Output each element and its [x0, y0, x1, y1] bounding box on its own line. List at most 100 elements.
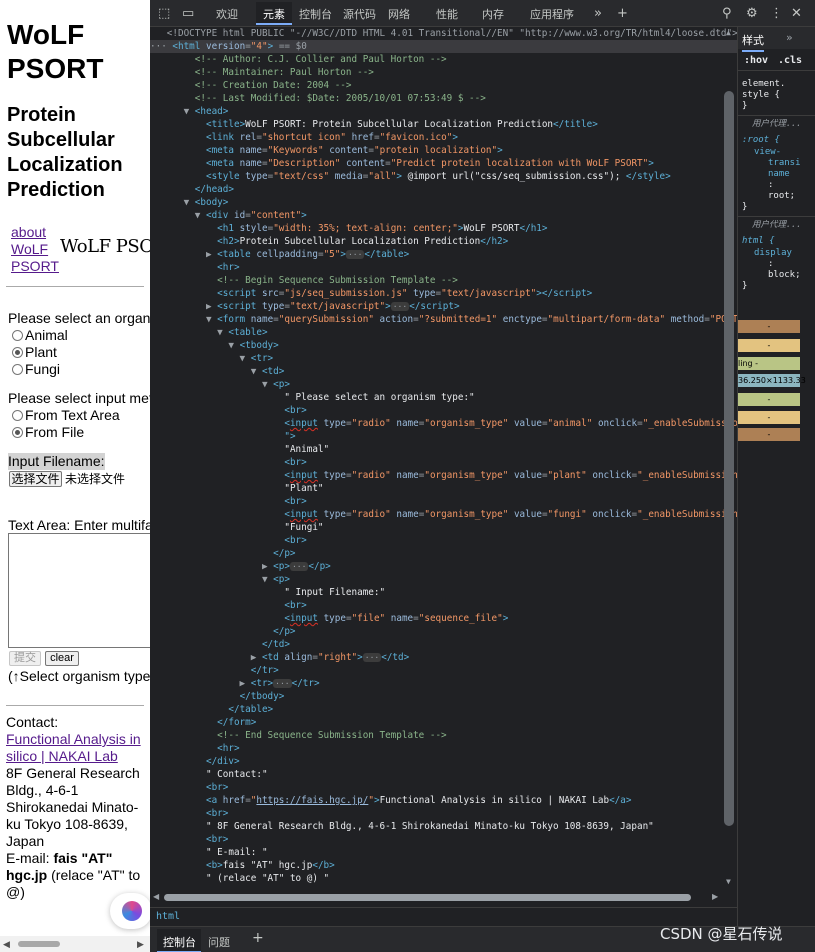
- style-prop: display: [754, 248, 792, 258]
- user-agent-label: 用户代理...: [752, 220, 802, 230]
- page-horizontal-scrollbar[interactable]: ◀ ▶: [0, 936, 150, 952]
- dom-tree[interactable]: <!DOCTYPE html PUBLIC "-//W3C//DTD HTML …: [150, 27, 737, 907]
- breadcrumb: html: [150, 907, 737, 925]
- user-agent-label: 用户代理...: [752, 119, 802, 129]
- tab-console[interactable]: 控制台: [299, 6, 332, 22]
- scroll-right-icon[interactable]: ▶: [137, 939, 144, 950]
- hov-toggle[interactable]: :hov: [744, 55, 768, 66]
- devtools-panel: ⬚ ▭ 欢迎 元素 控制台 源代码 网络 性能 内存 应用程序 » + ⚲ ⚙ …: [150, 0, 815, 952]
- contact-block: Contact: Functional Analysis in silico |…: [6, 714, 146, 901]
- radio-animal[interactable]: [12, 330, 23, 341]
- radio-text-area[interactable]: [12, 410, 23, 421]
- contact-link[interactable]: Functional Analysis in silico | NAKAI La…: [6, 731, 141, 764]
- style-line: element.: [742, 79, 786, 89]
- cls-toggle[interactable]: .cls: [778, 55, 802, 66]
- nav-link-wolf[interactable]: WoLF: [11, 241, 59, 258]
- tab-sources[interactable]: 源代码: [343, 6, 376, 22]
- styles-filter-bar: :hov .cls: [738, 49, 815, 71]
- radio-fungi-label: Fungi: [25, 361, 61, 377]
- settings-gear-icon[interactable]: ⚙: [746, 6, 758, 21]
- radio-plant-label: Plant: [25, 344, 57, 360]
- hscroll-left-icon[interactable]: ◀: [153, 892, 159, 901]
- rendered-page: WoLF PSORT Protein Subcellular Localizat…: [0, 0, 150, 952]
- box-model-content: 36.250×1133.33: [738, 374, 806, 387]
- styles-tab-bar: 样式 »: [738, 27, 815, 52]
- scroll-thumb[interactable]: [18, 941, 60, 947]
- no-file-text: 未选择文件: [65, 472, 126, 486]
- connect-icon[interactable]: ⚲: [722, 6, 732, 21]
- box-model-padding-bottom: -: [738, 393, 800, 406]
- device-toggle-icon[interactable]: ▭: [182, 6, 194, 21]
- tab-memory[interactable]: 内存: [482, 6, 504, 22]
- box-model-padding: ling -: [738, 357, 800, 370]
- nav-link-psort[interactable]: PSORT: [11, 258, 59, 275]
- watermark: CSDN @星石传说: [660, 925, 783, 943]
- style-value: root;: [768, 191, 796, 201]
- input-filename-label: Input Filename:: [8, 453, 105, 470]
- style-colon: :: [768, 180, 774, 190]
- organism-prompt: Please select an organism type:: [8, 310, 150, 326]
- style-line: }: [742, 101, 748, 111]
- divider: [6, 286, 144, 287]
- hscroll-thumb[interactable]: [164, 894, 691, 901]
- more-tabs-icon[interactable]: »: [594, 6, 602, 21]
- scroll-down-icon[interactable]: ▼: [726, 877, 731, 886]
- close-icon[interactable]: ✕: [791, 6, 802, 21]
- hscroll-right-icon[interactable]: ▶: [712, 892, 718, 901]
- style-line: }: [742, 202, 748, 212]
- box-model-margin: -: [738, 320, 800, 333]
- box-model-border: -: [738, 339, 800, 352]
- nav-link-about[interactable]: about: [11, 224, 59, 241]
- page-subtitle: Protein Subcellular Localization Predict…: [7, 104, 123, 201]
- root-selector: :root {: [742, 135, 780, 145]
- breadcrumb-html[interactable]: html: [156, 911, 180, 922]
- style-prop: transi: [768, 158, 801, 168]
- logo-text: WoLF PSORT: [60, 236, 150, 257]
- input-method-prompt: Please select input method:: [8, 390, 150, 406]
- tab-welcome[interactable]: 欢迎: [216, 6, 238, 22]
- drawer-tab-console[interactable]: 控制台: [163, 934, 196, 950]
- floating-assistant-button[interactable]: [110, 893, 150, 929]
- tab-performance[interactable]: 性能: [436, 6, 458, 22]
- clear-button[interactable]: clear: [45, 651, 79, 666]
- dom-node-html[interactable]: ··· <html version="4"> == $0: [150, 40, 737, 53]
- style-colon: :: [768, 259, 774, 269]
- page-title: WoLF PSORT: [7, 19, 104, 84]
- add-drawer-tab-icon[interactable]: +: [252, 930, 264, 946]
- more-side-tabs-icon[interactable]: »: [786, 31, 793, 44]
- style-prop: view-: [754, 147, 782, 157]
- box-model-margin-bottom: -: [738, 428, 800, 441]
- choose-file-button[interactable]: 选择文件: [9, 471, 62, 487]
- scroll-left-icon[interactable]: ◀: [3, 939, 10, 950]
- divider-bottom: [6, 705, 144, 706]
- nav-links: about WoLF PSORT: [11, 224, 59, 275]
- inspect-icon[interactable]: ⬚: [158, 6, 170, 21]
- tab-network[interactable]: 网络: [388, 6, 410, 22]
- radio-animal-label: Animal: [25, 327, 68, 343]
- dom-vertical-scrollbar[interactable]: [724, 91, 734, 826]
- more-menu-icon[interactable]: ⋮: [770, 6, 783, 21]
- email-prefix: E-mail:: [6, 850, 50, 866]
- radio-fungi[interactable]: [12, 364, 23, 375]
- radio-plant[interactable]: [12, 347, 23, 358]
- submit-button[interactable]: 提交: [9, 651, 41, 666]
- sequence-textarea[interactable]: [8, 533, 150, 648]
- add-tab-icon[interactable]: +: [617, 6, 628, 21]
- textarea-label: Text Area: Enter multifasta: [8, 517, 150, 533]
- style-prop: name: [768, 169, 790, 179]
- tab-application[interactable]: 应用程序: [530, 6, 574, 22]
- selected-marker: == $0: [278, 41, 307, 52]
- radio-from-file[interactable]: [12, 427, 23, 438]
- style-line: style {: [742, 90, 780, 100]
- style-line: }: [742, 281, 748, 291]
- radio-from-file-label: From File: [25, 424, 85, 440]
- box-model-border-bottom: -: [738, 411, 800, 424]
- contact-address: 8F General Research Bldg., 4-6-1 Shiroka…: [6, 765, 140, 849]
- scroll-up-icon[interactable]: ▲: [726, 28, 731, 37]
- drawer-tab-issues[interactable]: 问题: [208, 934, 230, 950]
- style-value: block;: [768, 270, 801, 280]
- tab-elements[interactable]: 元素: [263, 6, 285, 22]
- dom-horizontal-scrollbar[interactable]: ◀ ▶: [150, 890, 737, 904]
- hint-text: (↑Select organism type: [8, 668, 150, 684]
- contact-label: Contact:: [6, 714, 59, 730]
